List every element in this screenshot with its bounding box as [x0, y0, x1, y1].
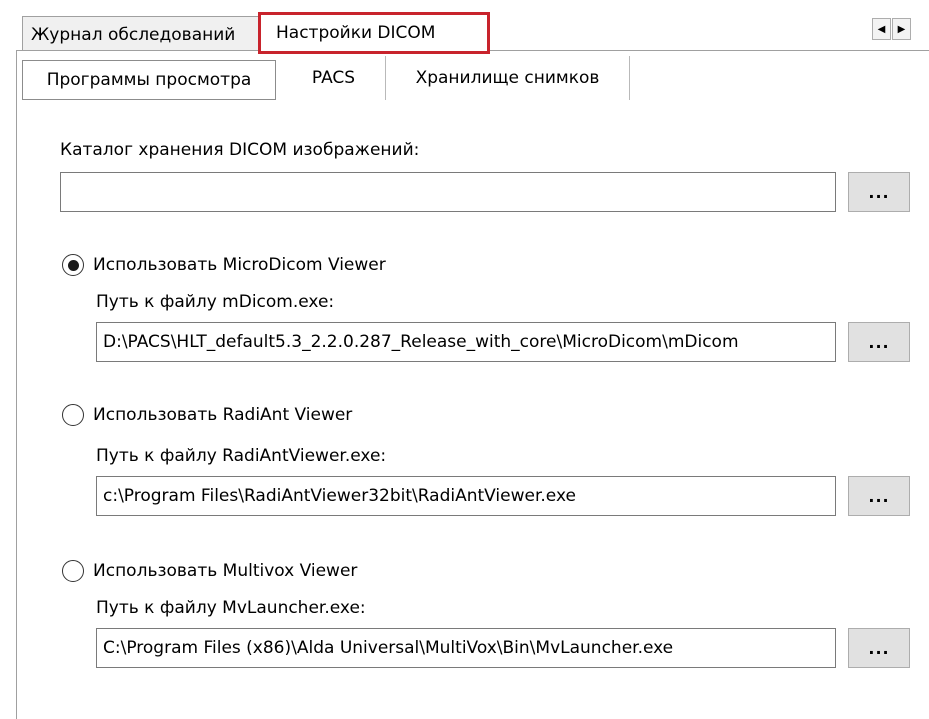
- tab-exam-journal-label: Журнал обследований: [31, 24, 236, 45]
- radiant-option-label: Использовать RadiAnt Viewer: [93, 405, 353, 425]
- ellipsis-icon: ...: [868, 332, 890, 352]
- mdicom-path-input[interactable]: D:\PACS\HLT_default5.3_2.2.0.287_Release…: [96, 322, 836, 362]
- catalog-browse-button[interactable]: ...: [848, 172, 910, 212]
- multivox-radio[interactable]: [62, 560, 84, 582]
- arrow-right-icon: ▶: [897, 23, 906, 35]
- radio-selected-dot: [67, 259, 79, 271]
- ellipsis-icon: ...: [868, 182, 890, 202]
- radiant-path-value: c:\Program Files\RadiAntViewer32bit\Radi…: [103, 486, 576, 506]
- mvlauncher-path-value: C:\Program Files (x86)\Alda Universal\Mu…: [103, 638, 674, 658]
- multivox-option-label: Использовать Multivox Viewer: [93, 561, 358, 581]
- tab-exam-journal[interactable]: Журнал обследований: [22, 16, 260, 52]
- microdicom-option[interactable]: Использовать MicroDicom Viewer: [62, 254, 386, 276]
- tab-image-storage[interactable]: Хранилище снимков: [386, 56, 630, 100]
- tab-pacs-label: PACS: [311, 68, 356, 88]
- mvlauncher-browse-button[interactable]: ...: [848, 628, 910, 668]
- radiant-path-label: Путь к файлу RadiAntViewer.exe:: [96, 446, 387, 466]
- tab-viewer-programs[interactable]: Программы просмотра: [22, 60, 276, 100]
- tab-viewer-programs-label: Программы просмотра: [46, 70, 252, 90]
- mdicom-path-label: Путь к файлу mDicom.exe:: [96, 292, 335, 312]
- microdicom-option-label: Использовать MicroDicom Viewer: [93, 255, 386, 275]
- arrow-left-icon: ◀: [877, 23, 886, 35]
- ellipsis-icon: ...: [868, 638, 890, 658]
- radiant-browse-button[interactable]: ...: [848, 476, 910, 516]
- mdicom-browse-button[interactable]: ...: [848, 322, 910, 362]
- tab-image-storage-label: Хранилище снимков: [415, 68, 600, 88]
- ellipsis-icon: ...: [868, 486, 890, 506]
- tab-pacs[interactable]: PACS: [282, 56, 386, 100]
- radiant-radio[interactable]: [62, 404, 84, 426]
- mvlauncher-path-label: Путь к файлу MvLauncher.exe:: [96, 598, 366, 618]
- mdicom-path-value: D:\PACS\HLT_default5.3_2.2.0.287_Release…: [103, 332, 739, 352]
- mvlauncher-path-input[interactable]: C:\Program Files (x86)\Alda Universal\Mu…: [96, 628, 836, 668]
- catalog-path-input[interactable]: [60, 172, 836, 212]
- tab-dicom-settings-label: Настройки DICOM: [276, 23, 436, 43]
- multivox-option[interactable]: Использовать Multivox Viewer: [62, 560, 357, 582]
- tab-scroll-left-button[interactable]: ◀: [872, 18, 891, 40]
- tab-dicom-settings[interactable]: Настройки DICOM: [258, 12, 490, 54]
- catalog-label: Каталог хранения DICOM изображений:: [60, 140, 420, 160]
- radiant-path-input[interactable]: c:\Program Files\RadiAntViewer32bit\Radi…: [96, 476, 836, 516]
- radiant-option[interactable]: Использовать RadiAnt Viewer: [62, 404, 352, 426]
- tab-scroll-right-button[interactable]: ▶: [892, 18, 911, 40]
- microdicom-radio[interactable]: [62, 254, 84, 276]
